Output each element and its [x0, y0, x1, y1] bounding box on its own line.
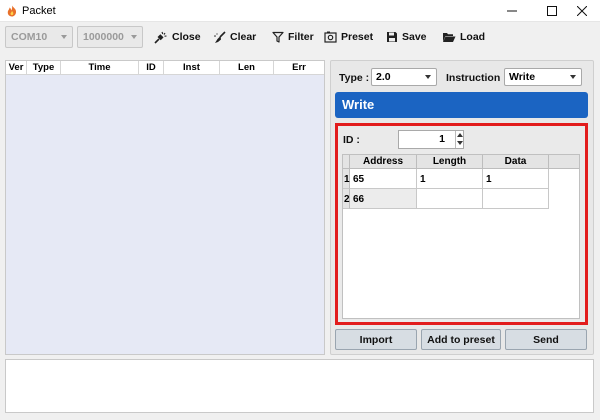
packet-list-header: Ver Type Time ID Inst Len Err	[6, 61, 324, 75]
type-select[interactable]: 2.0	[371, 68, 437, 86]
chevron-down-icon	[570, 75, 576, 79]
minimize-icon	[507, 10, 517, 12]
chevron-down-icon	[425, 75, 431, 79]
column-header-address[interactable]: Address	[350, 155, 417, 169]
disconnect-icon	[154, 31, 167, 44]
cell-length-2[interactable]	[417, 189, 483, 209]
cell-address-1[interactable]: 65	[350, 169, 417, 189]
write-params-section: ID : 1 Address Length Data 1 65 1 1 2 66	[335, 123, 588, 325]
column-header-len[interactable]: Len	[220, 61, 274, 75]
grid-corner	[343, 155, 350, 169]
load-button[interactable]: Load	[442, 28, 485, 46]
port-value: COM10	[11, 31, 48, 43]
row-header-2[interactable]: 2	[343, 189, 350, 209]
cell-data-2[interactable]	[483, 189, 549, 209]
folder-open-icon	[443, 33, 456, 42]
preset-label: Preset	[341, 31, 374, 43]
instruction-value: Write	[509, 71, 536, 83]
instruction-banner: Write	[335, 92, 588, 118]
column-header-type[interactable]: Type	[27, 61, 61, 75]
column-header-time[interactable]: Time	[61, 61, 139, 75]
close-window-button[interactable]	[564, 0, 600, 22]
log-area[interactable]	[5, 359, 594, 413]
send-button[interactable]: Send	[505, 329, 587, 350]
column-header-id[interactable]: ID	[139, 61, 164, 75]
app-icon	[7, 5, 17, 17]
instruction-select[interactable]: Write	[504, 68, 582, 86]
load-label: Load	[460, 31, 486, 43]
filter-button[interactable]: Filter	[272, 28, 314, 46]
type-value: 2.0	[376, 71, 391, 83]
filter-label: Filter	[288, 31, 314, 43]
save-label: Save	[402, 31, 427, 43]
clear-label: Clear	[230, 31, 257, 43]
cell-data-1[interactable]: 1	[483, 169, 549, 189]
minimize-button[interactable]	[492, 0, 532, 22]
close-port-button[interactable]: Close	[154, 28, 201, 46]
add-to-preset-button[interactable]: Add to preset	[421, 329, 501, 350]
filter-icon	[272, 31, 284, 43]
packet-list[interactable]: Ver Type Time ID Inst Len Err	[5, 60, 325, 355]
preset-icon	[324, 31, 337, 43]
baudrate-value: 1000000	[83, 31, 124, 43]
preset-button[interactable]: Preset	[324, 28, 373, 46]
title-bar: Packet	[0, 0, 600, 22]
id-spinner[interactable]	[455, 131, 463, 148]
spin-up-icon[interactable]	[457, 133, 463, 137]
packet-editor-panel: Type : 2.0 Instruction : Write Write ID …	[330, 60, 594, 355]
chevron-down-icon	[61, 35, 67, 39]
close-icon	[577, 6, 587, 16]
save-icon	[387, 32, 397, 42]
address-grid[interactable]: Address Length Data 1 65 1 1 2 66	[342, 154, 580, 319]
type-label: Type :	[339, 72, 370, 84]
import-button[interactable]: Import	[335, 329, 417, 350]
maximize-icon	[547, 6, 557, 16]
column-header-data[interactable]: Data	[483, 155, 549, 169]
column-header-err[interactable]: Err	[274, 61, 324, 75]
column-header-ver[interactable]: Ver	[6, 61, 27, 75]
save-button[interactable]: Save	[386, 28, 427, 46]
spin-down-icon[interactable]	[457, 141, 463, 145]
close-label: Close	[172, 31, 201, 43]
toolbar: COM10 1000000 Close Clear Filter Preset …	[0, 22, 600, 56]
baudrate-select[interactable]: 1000000	[77, 26, 143, 48]
port-select[interactable]: COM10	[5, 26, 73, 48]
column-header-inst[interactable]: Inst	[164, 61, 220, 75]
clear-button[interactable]: Clear	[213, 28, 256, 46]
column-header-length[interactable]: Length	[417, 155, 483, 169]
cell-address-2[interactable]: 66	[350, 189, 417, 209]
cell-length-1[interactable]: 1	[417, 169, 483, 189]
broom-icon	[214, 30, 226, 43]
window-title: Packet	[22, 5, 56, 17]
grid-header-filler	[549, 155, 579, 169]
row-header-1[interactable]: 1	[343, 169, 350, 189]
id-label: ID :	[343, 134, 360, 146]
chevron-down-icon	[131, 35, 137, 39]
instruction-label: Instruction :	[446, 72, 507, 84]
